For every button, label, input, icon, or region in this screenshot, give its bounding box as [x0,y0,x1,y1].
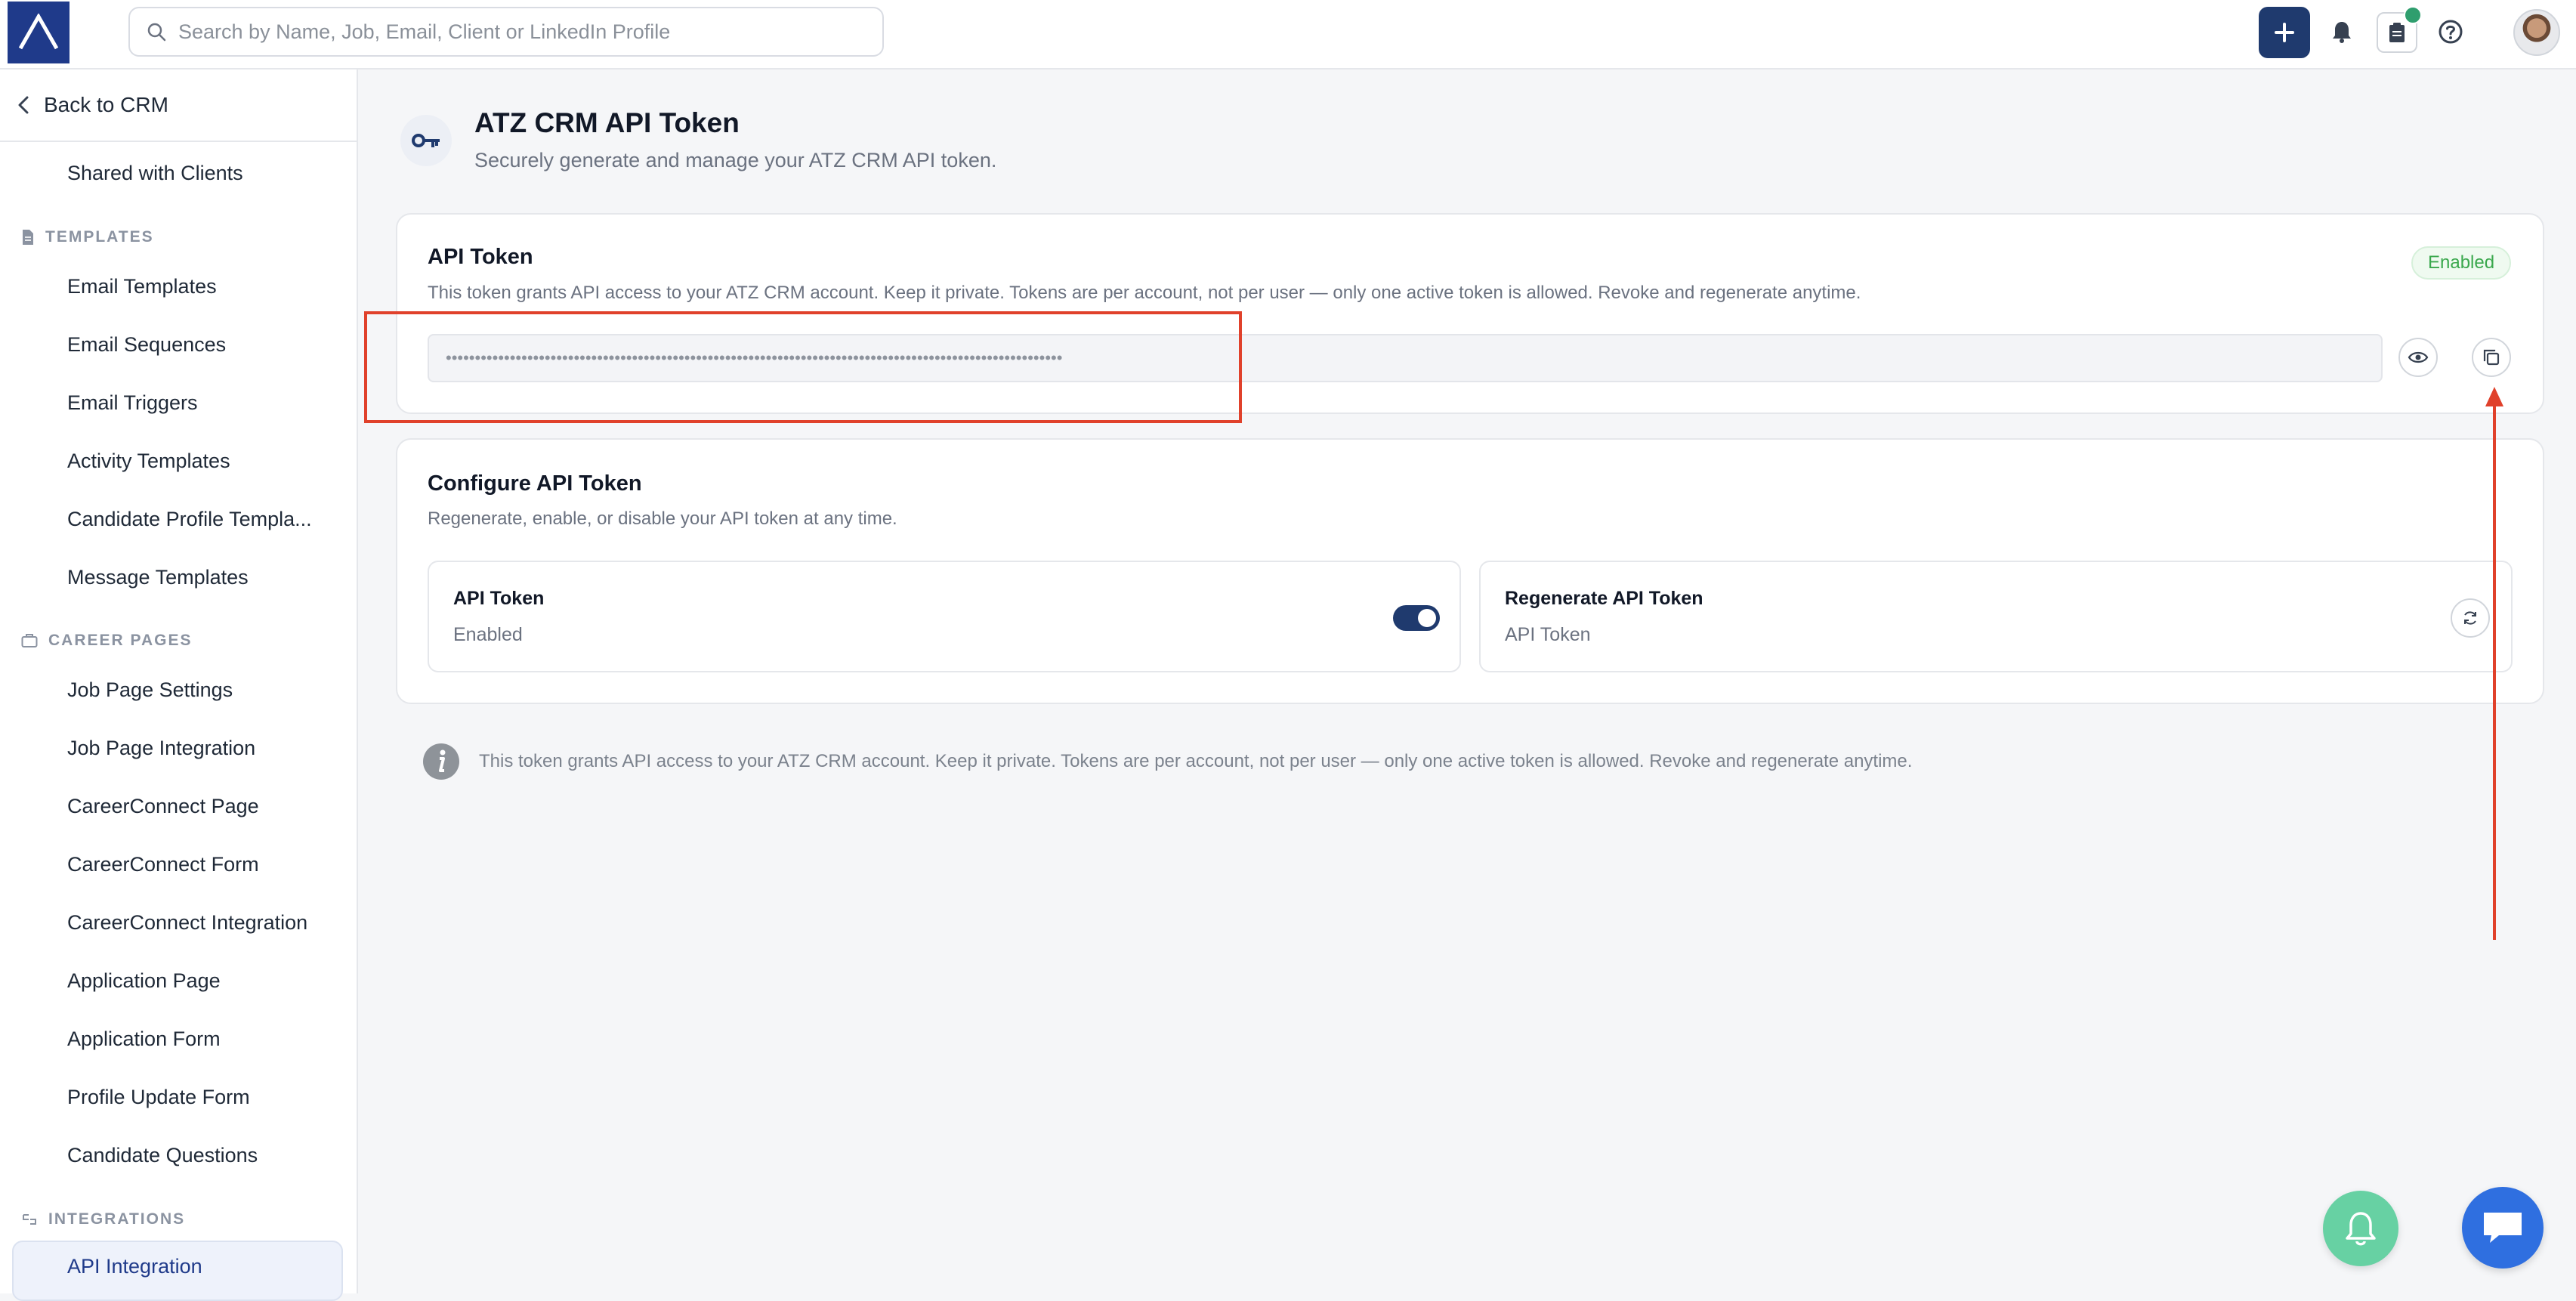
page-subtitle: Securely generate and manage your ATZ CR… [474,149,997,172]
notifications-button[interactable] [2327,17,2357,47]
notification-fab[interactable] [2323,1191,2398,1266]
logo-icon [18,14,59,50]
sidebar-item-email-sequences[interactable]: Email Sequences [67,333,226,357]
bell-icon [2333,22,2351,43]
sidebar-item-application-form[interactable]: Application Form [67,1028,221,1051]
settings-sidebar: Back to CRM Shared with Clients TEMPLATE… [0,70,358,1301]
section-integrations: INTEGRATIONS [21,1210,185,1228]
annotation-arrow-line [2493,397,2496,940]
app-logo[interactable] [8,2,69,63]
toggle-panel-title: API Token [453,588,545,609]
chat-fab[interactable] [2462,1187,2544,1269]
section-templates-title: TEMPLATES [45,228,154,246]
api-token-card-description: This token grants API access to your ATZ… [428,283,1861,303]
search-icon [147,23,166,42]
top-bar [0,0,2576,70]
sidebar-item-application-page[interactable]: Application Page [67,969,221,993]
sidebar-item-careerconnect-page[interactable]: CareerConnect Page [67,795,259,818]
refresh-icon [2464,611,2476,625]
sidebar-item-profile-update-form[interactable]: Profile Update Form [67,1086,250,1109]
plus-icon [2275,23,2294,42]
reveal-token-button[interactable] [2398,338,2438,377]
integration-icon [23,1214,36,1225]
section-templates: TEMPLATES [21,228,154,246]
chat-icon [2484,1213,2522,1243]
regenerate-panel-title: Regenerate API Token [1505,588,1703,609]
tasks-button[interactable] [2377,6,2422,53]
toggle-knob [1418,609,1436,627]
sidebar-item-shared-with-clients[interactable]: Shared with Clients [67,162,243,185]
document-icon [23,230,33,245]
sidebar-item-email-templates[interactable]: Email Templates [67,275,217,298]
sidebar-item-candidate-profile-templates[interactable]: Candidate Profile Templa... [67,508,312,531]
sidebar-item-careerconnect-form[interactable]: CareerConnect Form [67,853,259,876]
search-input[interactable] [177,19,882,45]
sidebar-item-api-integration[interactable]: API Integration [67,1255,202,1278]
page-title: ATZ CRM API Token [474,107,740,138]
configure-card-title: Configure API Token [428,471,642,496]
sidebar-item-candidate-questions[interactable]: Candidate Questions [67,1144,258,1167]
sidebar-item-email-triggers[interactable]: Email Triggers [67,391,198,415]
bell-outline-icon [2346,1212,2376,1246]
global-search[interactable] [128,7,884,57]
chevron-left-icon [18,96,29,114]
tasks-status-dot [2404,6,2422,24]
sidebar-item-careerconnect-integration[interactable]: CareerConnect Integration [67,911,307,935]
info-icon [423,743,459,780]
section-integrations-title: INTEGRATIONS [48,1210,186,1228]
api-token-card-title: API Token [428,245,533,269]
section-career-pages-title: CAREER PAGES [48,632,193,649]
clipboard-icon [2389,23,2405,42]
annotation-highlight-box [364,311,1242,423]
sidebar-item-activity-templates[interactable]: Activity Templates [67,450,230,473]
sidebar-item-message-templates[interactable]: Message Templates [67,566,249,589]
help-icon [2439,20,2463,44]
info-note: This token grants API access to your ATZ… [422,742,1912,781]
header-key-badge [400,115,452,166]
api-token-toggle[interactable] [1393,605,1440,631]
api-token-toggle-panel: API Token Enabled [428,561,1461,672]
copy-icon [2483,349,2500,366]
back-to-crm-link[interactable]: Back to CRM [0,70,357,142]
user-avatar[interactable] [2513,9,2560,56]
copy-token-button[interactable] [2472,338,2511,377]
sidebar-item-job-page-settings[interactable]: Job Page Settings [67,678,233,702]
key-icon [412,134,440,147]
regenerate-token-panel: Regenerate API Token API Token [1479,561,2513,672]
briefcase-icon [21,634,38,647]
section-career-pages: CAREER PAGES [21,632,192,650]
sidebar-item-job-page-integration[interactable]: Job Page Integration [67,737,255,760]
eye-icon [2408,351,2429,363]
annotation-arrow-head [2485,387,2503,406]
help-button[interactable] [2435,17,2466,47]
info-note-text: This token grants API access to your ATZ… [479,751,1913,771]
regenerate-panel-subtitle: API Token [1505,624,1591,645]
back-label: Back to CRM [44,93,168,116]
toggle-panel-status: Enabled [453,624,523,645]
regenerate-token-button[interactable] [2451,598,2490,638]
configure-card-description: Regenerate, enable, or disable your API … [428,508,897,529]
status-badge: Enabled [2411,246,2512,280]
create-new-button[interactable] [2259,7,2310,58]
